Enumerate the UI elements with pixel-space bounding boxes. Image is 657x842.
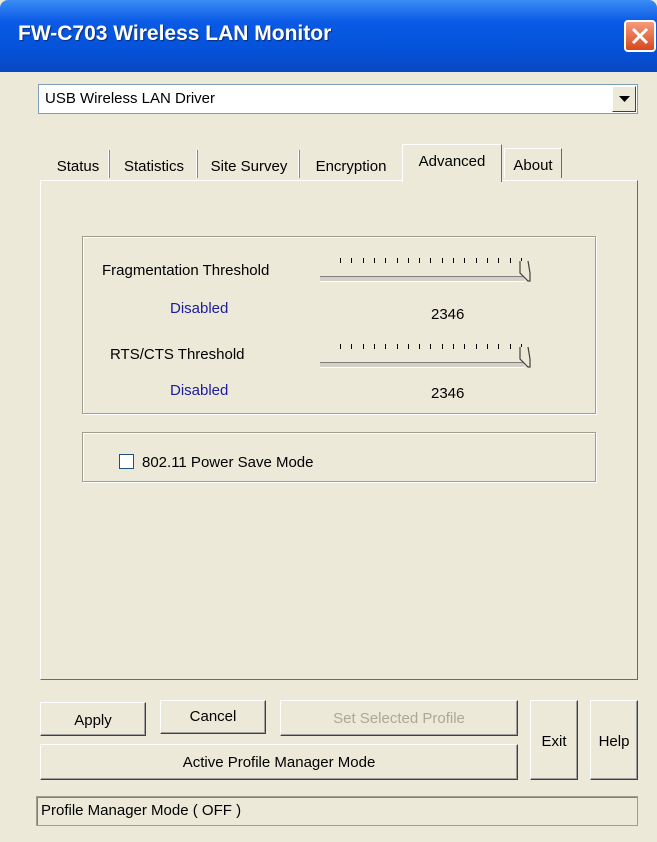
tab-status[interactable]: Status bbox=[50, 150, 106, 180]
slider-tick bbox=[362, 344, 364, 349]
close-icon bbox=[631, 27, 649, 45]
slider-tick bbox=[509, 344, 511, 349]
tab-advanced[interactable]: Advanced bbox=[402, 144, 502, 182]
slider-tick bbox=[396, 258, 398, 263]
slider-tick bbox=[453, 258, 454, 263]
slider-tick bbox=[340, 258, 341, 263]
tab-divider bbox=[108, 150, 110, 178]
slider-tick bbox=[430, 258, 432, 263]
slider-tick bbox=[373, 258, 375, 263]
slider-tick bbox=[509, 258, 511, 263]
slider-tick bbox=[464, 258, 466, 263]
set-selected-profile-button[interactable]: Set Selected Profile bbox=[280, 700, 518, 736]
slider-tick bbox=[373, 344, 375, 349]
adapter-dropdown-button[interactable] bbox=[612, 86, 636, 112]
rts-cts-label: RTS/CTS Threshold bbox=[110, 346, 245, 363]
tab-site-survey[interactable]: Site Survey bbox=[202, 150, 296, 180]
slider-tick bbox=[486, 258, 488, 263]
rts-cts-state: Disabled bbox=[170, 382, 229, 399]
slider-tick bbox=[430, 344, 432, 349]
adapter-select-value: USB Wireless LAN Driver bbox=[45, 90, 216, 107]
fragmentation-label: Fragmentation Threshold bbox=[102, 262, 270, 279]
slider-tick bbox=[385, 344, 387, 349]
slider-thumb[interactable] bbox=[518, 345, 532, 371]
rts-cts-value: 2346 bbox=[431, 385, 465, 402]
slider-tick bbox=[362, 258, 364, 263]
slider-tick bbox=[498, 258, 500, 263]
fragmentation-state: Disabled bbox=[170, 300, 229, 317]
title-bar[interactable]: FW-C703 Wireless LAN Monitor bbox=[0, 0, 657, 72]
power-save-label: 802.11 Power Save Mode bbox=[142, 454, 314, 471]
slider-tick bbox=[464, 344, 466, 349]
slider-tick bbox=[475, 344, 477, 349]
slider-tick bbox=[453, 344, 454, 349]
slider-tick bbox=[407, 258, 409, 263]
slider-thumb[interactable] bbox=[518, 259, 532, 285]
chevron-down-icon bbox=[619, 96, 630, 102]
slider-tick bbox=[385, 258, 387, 263]
tab-divider bbox=[196, 150, 198, 178]
window-title: FW-C703 Wireless LAN Monitor bbox=[18, 22, 332, 45]
tab-encryption[interactable]: Encryption bbox=[304, 150, 398, 180]
slider-tick bbox=[475, 258, 477, 263]
slider-tick bbox=[396, 344, 398, 349]
slider-track bbox=[320, 276, 524, 282]
active-profile-manager-button[interactable]: Active Profile Manager Mode bbox=[40, 744, 518, 780]
slider-tick bbox=[351, 344, 353, 349]
fragmentation-slider[interactable] bbox=[320, 254, 538, 296]
tab-divider bbox=[298, 150, 300, 178]
slider-tick bbox=[351, 258, 353, 263]
help-button[interactable]: Help bbox=[590, 700, 638, 780]
main-window: FW-C703 Wireless LAN Monitor USB Wireles… bbox=[0, 0, 657, 842]
close-button[interactable] bbox=[624, 20, 656, 52]
slider-tick bbox=[407, 344, 409, 349]
rts-cts-slider[interactable] bbox=[320, 340, 538, 382]
slider-tick bbox=[441, 344, 443, 349]
apply-button[interactable]: Apply bbox=[40, 702, 146, 736]
exit-button[interactable]: Exit bbox=[530, 700, 578, 780]
slider-track bbox=[320, 362, 524, 368]
tab-about[interactable]: About bbox=[504, 148, 562, 178]
slider-tick bbox=[419, 344, 421, 349]
status-bar-text: Profile Manager Mode ( OFF ) bbox=[41, 802, 242, 819]
slider-tick bbox=[486, 344, 488, 349]
power-save-checkbox[interactable] bbox=[119, 454, 134, 469]
slider-tick bbox=[498, 344, 500, 349]
slider-tick bbox=[419, 258, 421, 263]
slider-tick bbox=[441, 258, 443, 263]
status-bar: Profile Manager Mode ( OFF ) bbox=[36, 796, 638, 826]
slider-tick bbox=[340, 344, 341, 349]
tab-statistics[interactable]: Statistics bbox=[114, 150, 194, 180]
adapter-select[interactable]: USB Wireless LAN Driver bbox=[38, 84, 638, 114]
fragmentation-value: 2346 bbox=[431, 306, 465, 323]
cancel-button[interactable]: Cancel bbox=[160, 700, 266, 734]
